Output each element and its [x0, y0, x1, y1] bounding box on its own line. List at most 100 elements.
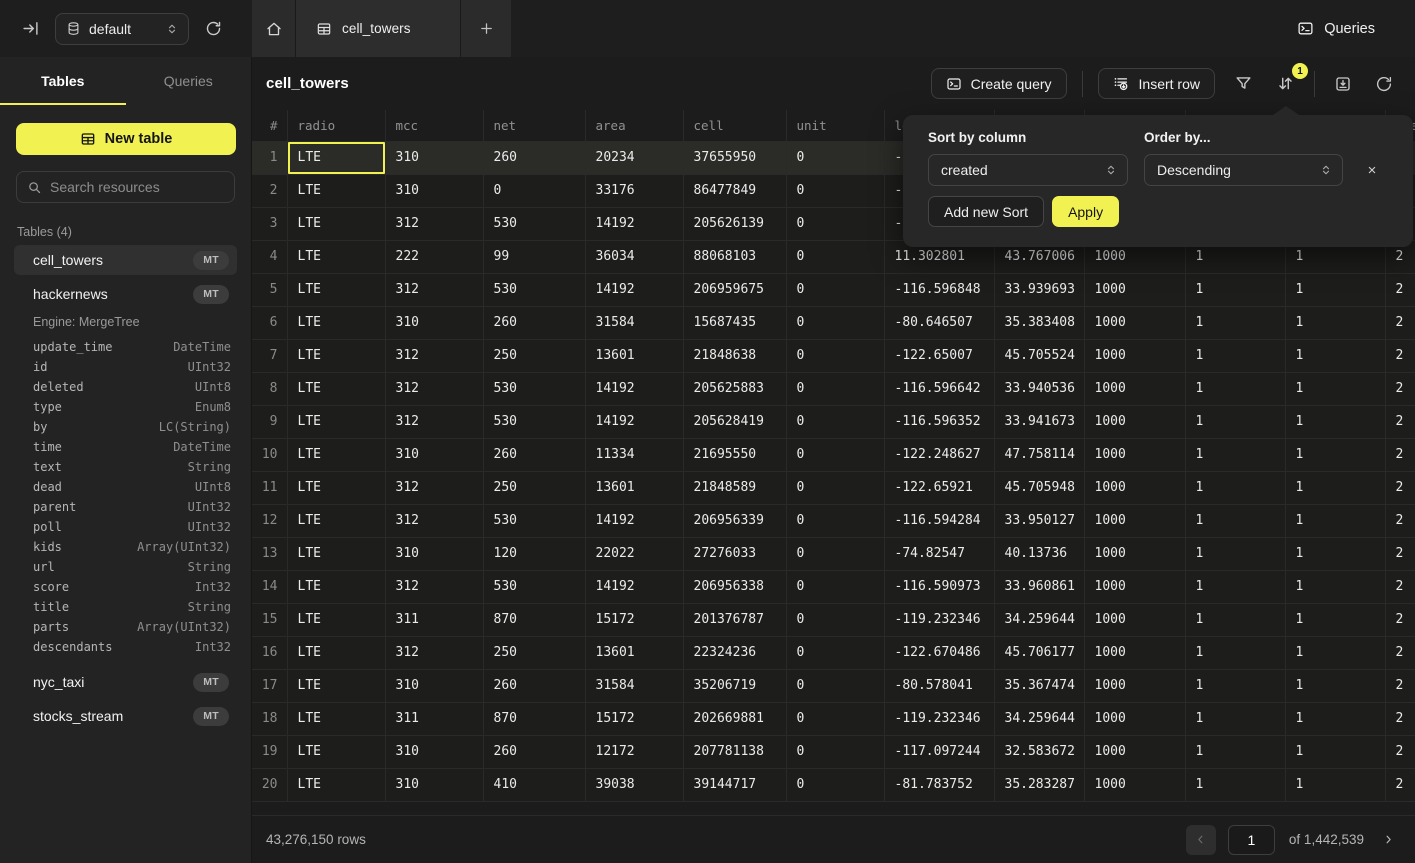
row-number[interactable]: 20	[252, 768, 287, 801]
table-cell[interactable]: 207781138	[683, 735, 786, 768]
table-cell[interactable]: 21848638	[683, 339, 786, 372]
table-cell[interactable]: 2	[1385, 636, 1415, 669]
table-cell[interactable]: 0	[786, 405, 884, 438]
column-header-area[interactable]: area	[585, 110, 683, 141]
table-cell[interactable]: 1	[1285, 768, 1385, 801]
table-cell[interactable]: 2	[1385, 438, 1415, 471]
row-number[interactable]: 17	[252, 669, 287, 702]
table-cell[interactable]: LTE	[287, 570, 385, 603]
home-tab-button[interactable]	[252, 0, 296, 57]
table-cell[interactable]: 205625883	[683, 372, 786, 405]
table-cell[interactable]: 1000	[1084, 603, 1185, 636]
table-cell[interactable]: 1	[1185, 768, 1285, 801]
table-cell[interactable]: 1	[1185, 603, 1285, 636]
column-header-unit[interactable]: unit	[786, 110, 884, 141]
table-cell[interactable]: -116.596642	[884, 372, 994, 405]
table-cell[interactable]: LTE	[287, 438, 385, 471]
table-cell[interactable]: -116.590973	[884, 570, 994, 603]
table-cell[interactable]: -80.646507	[884, 306, 994, 339]
table-cell[interactable]: 2	[1385, 372, 1415, 405]
table-cell[interactable]: 2	[1385, 537, 1415, 570]
table-cell[interactable]: -116.596352	[884, 405, 994, 438]
table-cell[interactable]: 250	[483, 339, 585, 372]
table-cell[interactable]: 206959675	[683, 273, 786, 306]
table-cell[interactable]: 20234	[585, 141, 683, 174]
table-cell[interactable]: 32.583672	[994, 735, 1084, 768]
table-cell[interactable]: 206956339	[683, 504, 786, 537]
remove-sort-button[interactable]: ×	[1359, 162, 1385, 179]
table-cell[interactable]: 1	[1285, 504, 1385, 537]
sort-button[interactable]: 1	[1272, 70, 1299, 97]
table-cell[interactable]: -122.248627	[884, 438, 994, 471]
sidebar-item-stocks-stream[interactable]: stocks_stream MT	[14, 701, 237, 731]
table-cell[interactable]: 31584	[585, 669, 683, 702]
table-cell[interactable]: 1	[1185, 405, 1285, 438]
table-cell[interactable]: 22022	[585, 537, 683, 570]
sidebar-tab-queries[interactable]: Queries	[126, 57, 252, 105]
table-cell[interactable]: LTE	[287, 702, 385, 735]
table-cell[interactable]: 260	[483, 141, 585, 174]
insert-row-button[interactable]: Insert row	[1098, 68, 1215, 99]
table-cell[interactable]: 11334	[585, 438, 683, 471]
table-cell[interactable]: LTE	[287, 768, 385, 801]
table-cell[interactable]: 312	[385, 471, 483, 504]
row-number[interactable]: 15	[252, 603, 287, 636]
table-cell[interactable]: 1000	[1084, 372, 1185, 405]
table-cell[interactable]: 1	[1285, 471, 1385, 504]
table-cell[interactable]: 34.259644	[994, 702, 1084, 735]
table-cell[interactable]: 1000	[1084, 669, 1185, 702]
table-cell[interactable]: 35.383408	[994, 306, 1084, 339]
table-cell[interactable]: LTE	[287, 405, 385, 438]
table-cell[interactable]: LTE	[287, 669, 385, 702]
table-cell[interactable]: -122.670486	[884, 636, 994, 669]
table-cell[interactable]: 14192	[585, 273, 683, 306]
table-cell[interactable]: LTE	[287, 240, 385, 273]
table-cell[interactable]: 2	[1385, 768, 1415, 801]
table-cell[interactable]: 201376787	[683, 603, 786, 636]
table-cell[interactable]: 260	[483, 669, 585, 702]
table-cell[interactable]: -117.097244	[884, 735, 994, 768]
download-button[interactable]	[1330, 71, 1356, 97]
table-cell[interactable]: 37655950	[683, 141, 786, 174]
table-cell[interactable]: 530	[483, 207, 585, 240]
table-cell[interactable]: 39144717	[683, 768, 786, 801]
queries-panel-button[interactable]: Queries	[1297, 20, 1375, 37]
table-cell[interactable]: 2	[1385, 735, 1415, 768]
table-cell[interactable]: 1	[1185, 438, 1285, 471]
table-cell[interactable]: 13601	[585, 636, 683, 669]
table-cell[interactable]: 530	[483, 504, 585, 537]
table-cell[interactable]: 205626139	[683, 207, 786, 240]
table-cell[interactable]: 27276033	[683, 537, 786, 570]
table-cell[interactable]: -80.578041	[884, 669, 994, 702]
table-cell[interactable]: 310	[385, 306, 483, 339]
table-cell[interactable]: 0	[786, 537, 884, 570]
table-cell[interactable]: 1	[1185, 372, 1285, 405]
table-cell[interactable]: 260	[483, 735, 585, 768]
table-cell[interactable]: 0	[786, 240, 884, 273]
page-number-input[interactable]	[1228, 825, 1275, 855]
create-query-button[interactable]: Create query	[931, 68, 1067, 99]
table-cell[interactable]: -119.232346	[884, 702, 994, 735]
table-cell[interactable]: 36034	[585, 240, 683, 273]
table-cell[interactable]: 1	[1185, 306, 1285, 339]
table-cell[interactable]: 33.939693	[994, 273, 1084, 306]
table-cell[interactable]: 45.705948	[994, 471, 1084, 504]
table-cell[interactable]: 12172	[585, 735, 683, 768]
table-cell[interactable]: 22324236	[683, 636, 786, 669]
table-cell[interactable]: 1	[1185, 504, 1285, 537]
next-page-button[interactable]	[1376, 829, 1401, 850]
table-cell[interactable]: 14192	[585, 207, 683, 240]
sidebar-item-hackernews[interactable]: hackernews MT	[14, 279, 237, 309]
table-cell[interactable]: 0	[483, 174, 585, 207]
table-cell[interactable]: 0	[786, 768, 884, 801]
table-cell[interactable]: 1	[1285, 273, 1385, 306]
table-cell[interactable]: LTE	[287, 141, 385, 174]
table-cell[interactable]: 0	[786, 735, 884, 768]
table-cell[interactable]: 1	[1285, 735, 1385, 768]
table-cell[interactable]: LTE	[287, 603, 385, 636]
table-cell[interactable]: 1	[1285, 636, 1385, 669]
table-cell[interactable]: 205628419	[683, 405, 786, 438]
table-cell[interactable]: LTE	[287, 372, 385, 405]
table-cell[interactable]: 33.950127	[994, 504, 1084, 537]
table-cell[interactable]: 1	[1185, 735, 1285, 768]
